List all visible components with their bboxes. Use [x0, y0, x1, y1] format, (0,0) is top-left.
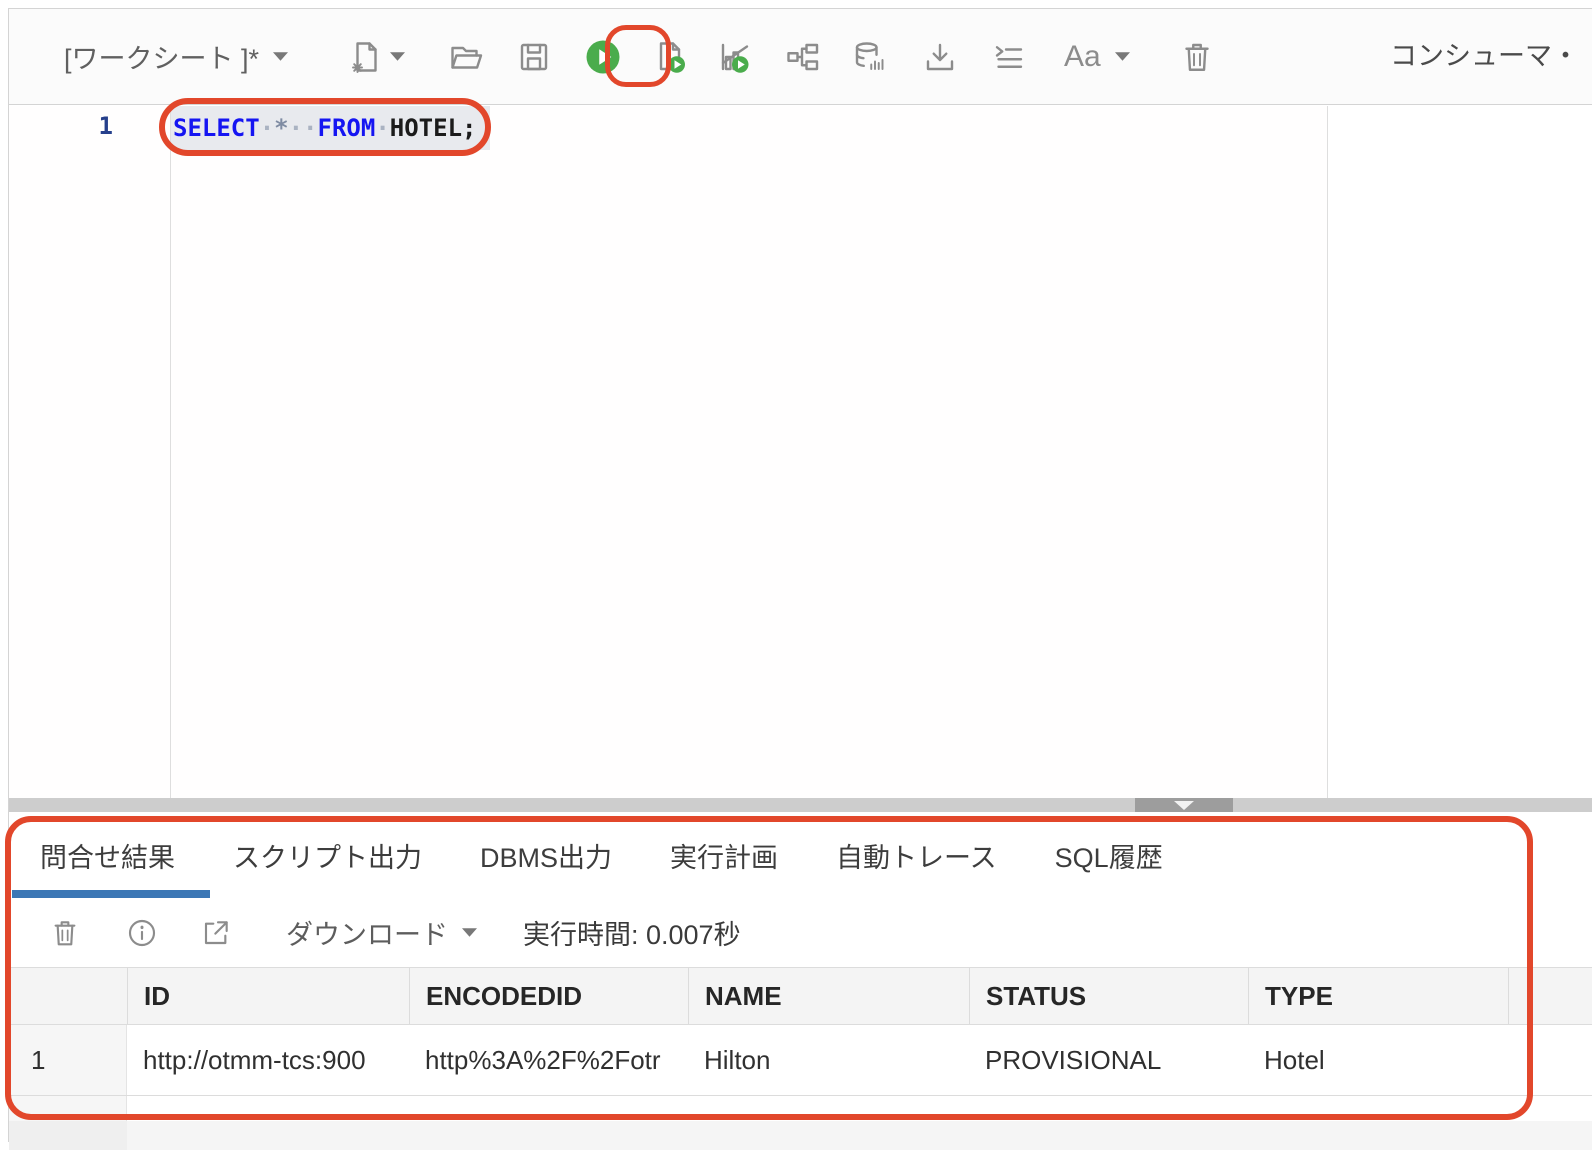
results-grid: ID ENCODEDID NAME STATUS TYPE 1 http://o… — [9, 967, 1592, 1150]
splitter-collapse-handle[interactable] — [1135, 798, 1233, 812]
save-button[interactable] — [515, 38, 553, 76]
run-script-button[interactable] — [651, 38, 689, 76]
open-in-new-button[interactable] — [199, 916, 233, 950]
explain-plan-chart-icon — [717, 39, 753, 75]
column-header-status[interactable]: STATUS — [969, 968, 1248, 1024]
sql-star-operator: * — [274, 114, 288, 142]
sql-editor[interactable] — [9, 106, 1327, 798]
worksheet-toolbar: [ワークシート ]* — [9, 8, 1592, 105]
grid-empty-area — [9, 1121, 1592, 1150]
sql-keyword-from: FROM — [318, 114, 376, 142]
results-toolbar: ダウンロード 実行時間: 0.007秒 — [9, 898, 1592, 967]
new-worksheet-button[interactable] — [346, 38, 384, 76]
line-number: 1 — [9, 112, 113, 140]
run-play-icon — [585, 39, 621, 75]
autotrace-button[interactable] — [783, 38, 821, 76]
row-number-cell: 1 — [9, 1025, 127, 1095]
clear-worksheet-button[interactable] — [1178, 38, 1216, 76]
column-header-filler — [1508, 968, 1592, 1024]
database-stats-icon — [851, 39, 887, 75]
worksheet-caret-down-icon[interactable] — [273, 52, 288, 61]
whitespace-dots: ·· — [289, 114, 318, 142]
trash-icon — [49, 917, 81, 949]
download-button[interactable]: ダウンロード — [286, 913, 448, 952]
cell-type[interactable]: Hotel — [1248, 1025, 1508, 1095]
row-number-column-strip — [9, 1121, 127, 1150]
cell-filler — [1508, 1025, 1592, 1095]
execution-time-label: 実行時間: 0.007秒 — [523, 913, 741, 952]
trash-icon — [1179, 39, 1215, 75]
results-tab-bar: 問合せ結果 スクリプト出力 DBMS出力 実行計画 自動トレース SQL履歴 — [9, 812, 1592, 898]
tab-sql-history[interactable]: SQL履歴 — [1055, 836, 1163, 875]
cell-status[interactable]: PROVISIONAL — [969, 1025, 1248, 1095]
tab-script-output[interactable]: スクリプト出力 — [233, 836, 422, 875]
row-number-header[interactable] — [9, 968, 127, 1024]
save-icon — [516, 39, 552, 75]
new-worksheet-caret-down-icon[interactable] — [390, 52, 405, 61]
format-button[interactable] — [990, 38, 1028, 76]
sql-keyword-select: SELECT — [173, 114, 260, 142]
active-tab-indicator — [12, 890, 210, 898]
consumer-group-label: コンシューマ・ — [1390, 8, 1592, 105]
sql-statement[interactable]: SELECT·*··FROM·HOTEL; — [171, 106, 490, 150]
table-row[interactable]: 1 http://otmm-tcs:900 http%3A%2F%2Fotr H… — [9, 1025, 1592, 1096]
tab-dbms-output[interactable]: DBMS出力 — [480, 836, 612, 875]
worksheet-tab-label[interactable]: [ワークシート ]* — [64, 37, 259, 76]
download-icon — [922, 39, 958, 75]
horizontal-splitter[interactable] — [9, 798, 1592, 812]
tab-autotrace[interactable]: 自動トレース — [836, 836, 997, 875]
sql-table-name: HOTEL; — [390, 114, 477, 142]
column-header-encodedid[interactable]: ENCODEDID — [409, 968, 688, 1024]
grid-header-row: ID ENCODEDID NAME STATUS TYPE — [9, 967, 1592, 1025]
cell-id[interactable]: http://otmm-tcs:900 — [127, 1025, 409, 1095]
new-file-icon — [347, 39, 383, 75]
whitespace-dot: · — [375, 114, 389, 142]
clear-results-button[interactable] — [48, 916, 82, 950]
chevron-down-icon — [1174, 801, 1194, 810]
open-button[interactable] — [447, 38, 485, 76]
hierarchy-icon — [784, 39, 820, 75]
info-button[interactable] — [125, 916, 159, 950]
run-script-icon — [652, 39, 688, 75]
download-caret-down-icon[interactable] — [462, 928, 477, 937]
row-number-column-strip — [9, 1096, 127, 1121]
whitespace-dot: · — [260, 114, 274, 142]
column-header-name[interactable]: NAME — [688, 968, 969, 1024]
results-panel: 問合せ結果 スクリプト出力 DBMS出力 実行計画 自動トレース SQL履歴 ダ… — [9, 812, 1592, 1150]
column-header-id[interactable]: ID — [127, 968, 409, 1024]
open-folder-icon — [448, 39, 484, 75]
sql-monitor-button[interactable] — [850, 38, 888, 76]
download-editor-button[interactable] — [921, 38, 959, 76]
gutter-divider — [170, 106, 171, 798]
font-settings-button[interactable]: Aa — [1064, 40, 1101, 74]
cell-encodedid[interactable]: http%3A%2F%2Fotr — [409, 1025, 688, 1095]
grid-empty-area — [9, 1096, 1592, 1121]
font-settings-caret-down-icon[interactable] — [1115, 52, 1130, 61]
format-indent-icon — [991, 39, 1027, 75]
run-statement-button[interactable] — [584, 38, 622, 76]
editor-right-divider[interactable] — [1327, 106, 1328, 798]
explain-plan-button[interactable] — [716, 38, 754, 76]
tab-explain-plan[interactable]: 実行計画 — [670, 836, 778, 875]
open-in-new-icon — [200, 917, 232, 949]
tab-query-result[interactable]: 問合せ結果 — [40, 836, 175, 875]
info-icon — [126, 917, 158, 949]
cell-name[interactable]: Hilton — [688, 1025, 969, 1095]
column-header-type[interactable]: TYPE — [1248, 968, 1508, 1024]
